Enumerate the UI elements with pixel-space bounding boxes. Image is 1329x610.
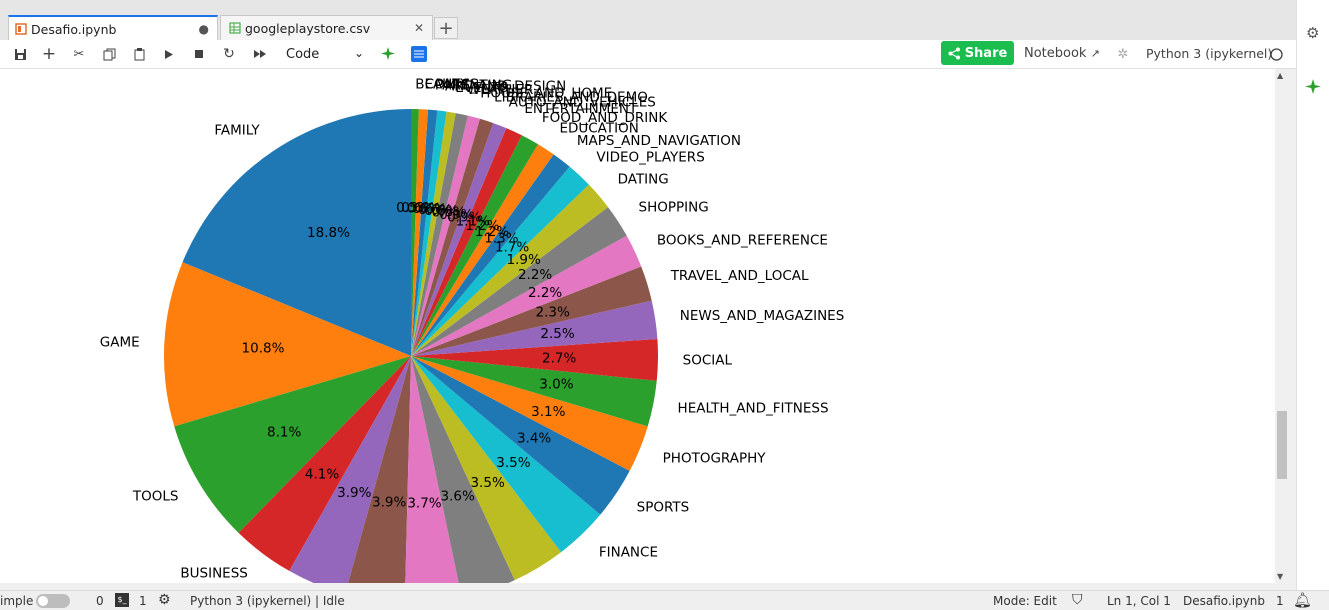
pie-pct-label: 3.5% <box>496 455 530 471</box>
save-icon[interactable] <box>12 45 28 63</box>
terminal-icon[interactable]: $_ <box>115 593 129 607</box>
share-button[interactable]: Share <box>941 41 1014 65</box>
pie-pct-label: 3.1% <box>531 404 565 420</box>
stop-icon[interactable] <box>191 45 207 63</box>
tab-notebook[interactable]: Desafio.ipynb ● <box>8 15 218 41</box>
pie-pct-label: 2.7% <box>542 350 576 366</box>
unsaved-dot-icon[interactable]: ● <box>199 22 209 36</box>
restart-icon[interactable]: ↻ <box>221 45 237 63</box>
pie-category-label: TRAVEL_AND_LOCAL <box>670 268 809 284</box>
pie-category-label: BEAUTY <box>415 76 469 92</box>
shield-icon[interactable]: ⛉ <box>1072 592 1083 608</box>
simple-mode-toggle[interactable] <box>36 594 70 608</box>
cell-type-select[interactable]: Code ⌄ <box>280 44 366 64</box>
spreadsheet-icon <box>229 22 241 34</box>
cut-icon[interactable]: ✂ <box>71 45 87 63</box>
pie-category-label: VIDEO_PLAYERS <box>596 149 704 165</box>
settings-gears-icon[interactable]: ⚙ <box>1306 24 1319 42</box>
pie-pct-label: 2.2% <box>528 285 562 301</box>
pie-category-label: SHOPPING <box>639 200 709 216</box>
vertical-scrollbar[interactable]: ▲ ▼ <box>1275 69 1289 583</box>
tab-csv[interactable]: googleplaystore.csv ✕ <box>220 15 433 40</box>
kernel-status[interactable]: Python 3 (ipykernel) | Idle <box>190 594 345 608</box>
sparkle-icon[interactable] <box>380 45 398 63</box>
pie-category-label: SPORTS <box>637 499 690 515</box>
window-top-strip <box>0 0 1296 8</box>
pie-category-label: NEWS_AND_MAGAZINES <box>680 308 845 324</box>
cursor-position[interactable]: Ln 1, Col 1 <box>1107 594 1171 608</box>
pie-pct-label: 3.6% <box>441 489 475 505</box>
right-sidebar: ⚙ <box>1296 0 1329 590</box>
debugger-icon[interactable]: ✲ <box>1116 45 1130 63</box>
scroll-up-icon[interactable]: ▲ <box>1277 71 1283 80</box>
terminal-count: 0 <box>96 594 104 608</box>
scrollbar-thumb[interactable] <box>1277 411 1287 479</box>
pie-category-label: FINANCE <box>599 544 658 560</box>
status-bar: imple 0 $_ 1 ⚙ Python 3 (ipykernel) | Id… <box>0 590 1329 610</box>
pie-category-label: BOOKS_AND_REFERENCE <box>657 232 828 248</box>
pie-pct-label: 18.8% <box>307 225 350 241</box>
new-tab-button[interactable]: + <box>434 17 458 39</box>
cell-type-value: Code <box>286 46 320 62</box>
pie-pct-label: 3.7% <box>407 496 441 512</box>
open-notebook-link[interactable]: Notebook ↗ <box>1024 46 1100 61</box>
fast-forward-icon[interactable] <box>251 45 269 63</box>
tab-label: Desafio.ipynb <box>31 21 117 37</box>
pie-pct-label: 2.2% <box>518 267 552 283</box>
bell-icon[interactable]: 🔔︎ <box>1293 591 1312 609</box>
notebook-output-area: 18.8% FAMILY 10.8% GAME 8.1% TOOLS 4.1% BUSINES… <box>0 69 1275 583</box>
pie-chart: 18.8% FAMILY 10.8% GAME 8.1% TOOLS 4.1% BUSINES… <box>100 76 845 583</box>
pie-pct-label: 8.1% <box>267 425 301 441</box>
pie-pct-label: 0.5% <box>396 200 430 216</box>
close-icon[interactable]: ✕ <box>414 21 424 35</box>
pie-category-label: TOOLS <box>132 489 179 505</box>
pie-pct-label: 3.4% <box>517 431 551 447</box>
run-icon[interactable] <box>161 45 177 63</box>
pie-category-label: HEALTH_AND_FITNESS <box>678 401 829 417</box>
chevron-down-icon: ⌄ <box>353 46 364 60</box>
external-link-icon: ↗ <box>1090 47 1100 60</box>
mode-indicator[interactable]: Mode: Edit <box>993 594 1057 608</box>
notebook-icon <box>15 23 27 35</box>
tab-label: googleplaystore.csv <box>245 20 371 36</box>
file-name: Desafio.ipynb <box>1183 594 1266 608</box>
pie-category-label: BUSINESS <box>180 565 247 581</box>
add-cell-icon[interactable]: + <box>41 44 57 64</box>
pie-category-label: GAME <box>100 334 140 350</box>
pie-category-label: PHOTOGRAPHY <box>663 450 767 466</box>
pie-pct-label: 3.9% <box>337 485 371 501</box>
pie-pct-label: 3.9% <box>372 495 406 511</box>
notebook-toolbar: + ✂ ↻ Code ⌄ Share Notebook ↗ ✲ Python 3… <box>0 40 1296 69</box>
kernel-status-icon <box>1269 45 1283 63</box>
scroll-down-icon[interactable]: ▼ <box>1277 572 1283 581</box>
pie-pct-label: 2.3% <box>535 304 569 320</box>
property-inspector-icon[interactable] <box>410 45 428 63</box>
kernel-name[interactable]: Python 3 (ipykernel) <box>1146 46 1272 61</box>
kernel-count: 1 <box>139 594 147 608</box>
notification-count: 1 <box>1276 594 1284 608</box>
pie-pct-label: 10.8% <box>242 341 285 357</box>
tab-bar: Desafio.ipynb ● googleplaystore.csv ✕ + <box>0 8 1296 41</box>
pie-category-label: SOCIAL <box>683 352 733 368</box>
simple-mode-label: imple <box>0 594 34 608</box>
pie-pct-label: 2.5% <box>540 326 574 342</box>
share-label: Share <box>964 45 1008 61</box>
ai-sparkle-icon[interactable] <box>1305 78 1323 100</box>
pie-pct-label: 4.1% <box>305 467 339 483</box>
copy-icon[interactable] <box>101 45 117 63</box>
pie-category-label: DATING <box>618 172 669 188</box>
kernel-chip-icon[interactable]: ⚙ <box>158 592 171 608</box>
share-icon <box>948 47 960 59</box>
pie-pct-label: 3.5% <box>470 475 504 491</box>
pie-pct-label: 3.0% <box>539 377 573 393</box>
notebook-label: Notebook <box>1024 46 1087 61</box>
paste-icon[interactable] <box>131 45 147 63</box>
pie-category-label: FAMILY <box>214 122 260 138</box>
